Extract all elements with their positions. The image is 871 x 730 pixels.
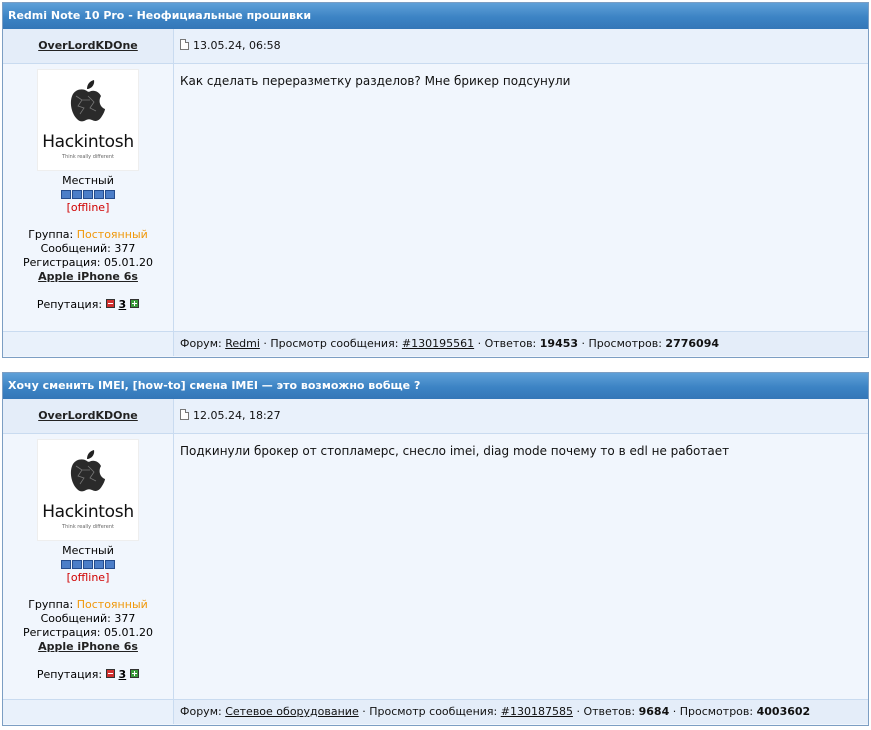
avatar-subtitle: Think really different	[62, 154, 114, 160]
rank-pip	[61, 190, 71, 199]
plus-icon[interactable]	[130, 669, 140, 678]
forum-label: Форум:	[180, 337, 222, 350]
post-header-row: OverLordKDOne 13.05.24, 06:58	[3, 29, 868, 64]
registration-label: Регистрация:	[23, 626, 101, 639]
user-rank: Местный	[62, 544, 114, 557]
user-info: Группа: Постоянный Сообщений: 377 Регист…	[3, 598, 173, 654]
message-id-link[interactable]: #130187585	[501, 705, 573, 718]
reputation-value[interactable]: 3	[119, 298, 127, 311]
rank-pips	[3, 189, 173, 199]
rank-pip	[61, 560, 71, 569]
reputation-label: Репутация:	[36, 668, 103, 681]
topic-header: Хочу сменить IMEI, [how-to] смена IMEI —…	[3, 373, 868, 399]
message-id-link[interactable]: #130195561	[402, 337, 474, 350]
author-cell: OverLordKDOne	[3, 399, 174, 433]
group-label: Группа:	[28, 228, 74, 241]
rank-pip	[83, 560, 93, 569]
footer-info: Форум: Redmi · Просмотр сообщения: #1301…	[180, 332, 868, 356]
forum-label: Форум:	[180, 705, 222, 718]
user-rank: Местный	[62, 174, 114, 187]
replies-count: 9684	[638, 705, 670, 718]
replies-label: · Ответов:	[477, 337, 537, 350]
posts-count-value: 377	[114, 612, 136, 625]
avatar-subtitle: Think really different	[62, 524, 114, 530]
post-date: 13.05.24, 06:58	[193, 39, 281, 52]
post-footer: Форум: Redmi · Просмотр сообщения: #1301…	[3, 331, 868, 356]
registration-value: 05.01.20	[103, 256, 153, 269]
post-message: Как сделать переразметку разделов? Мне б…	[180, 74, 571, 88]
author-cell: OverLordKDOne	[3, 29, 174, 63]
post-date-cell: 12.05.24, 18:27	[174, 399, 868, 433]
views-label: · Просмотров:	[581, 337, 662, 350]
user-profile: Hackintosh Think really different Местны…	[3, 434, 174, 699]
document-icon[interactable]	[180, 39, 189, 50]
plus-icon[interactable]	[130, 299, 140, 308]
status-badge: [offline]	[66, 571, 110, 584]
rank-pips	[3, 559, 173, 569]
post: Хочу сменить IMEI, [how-to] смена IMEI —…	[2, 372, 869, 726]
avatar-title: Hackintosh	[42, 132, 134, 152]
footer-info: Форум: Сетевое оборудование · Просмотр с…	[180, 700, 868, 724]
replies-label: · Ответов:	[576, 705, 636, 718]
rank-pip	[94, 190, 104, 199]
reputation-label: Репутация:	[36, 298, 103, 311]
forum-link[interactable]: Redmi	[225, 337, 260, 350]
device-link[interactable]: Apple iPhone 6s	[38, 270, 138, 283]
views-count: 4003602	[756, 705, 811, 718]
posts-count-label: Сообщений:	[40, 242, 111, 255]
group-value: Постоянный	[76, 228, 148, 241]
footer-left-cell	[3, 332, 174, 356]
view-label: · Просмотр сообщения:	[263, 337, 399, 350]
rank-pip	[72, 190, 82, 199]
posts-count-value: 377	[114, 242, 136, 255]
rank-pip	[105, 190, 115, 199]
forum-link[interactable]: Сетевое оборудование	[225, 705, 359, 718]
replies-count: 19453	[539, 337, 579, 350]
view-label: · Просмотр сообщения:	[362, 705, 498, 718]
avatar-title: Hackintosh	[42, 502, 134, 522]
author-link[interactable]: OverLordKDOne	[38, 409, 138, 422]
status-badge: [offline]	[66, 201, 110, 214]
reputation-value[interactable]: 3	[119, 668, 127, 681]
author-link[interactable]: OverLordKDOne	[38, 39, 138, 52]
post-header-row: OverLordKDOne 12.05.24, 18:27	[3, 399, 868, 434]
user-info: Группа: Постоянный Сообщений: 377 Регист…	[3, 228, 173, 284]
post-date-cell: 13.05.24, 06:58	[174, 29, 868, 63]
views-label: · Просмотров:	[672, 705, 754, 718]
registration-label: Регистрация:	[23, 256, 101, 269]
apple-logo-icon	[70, 450, 105, 492]
registration-value: 05.01.20	[103, 626, 153, 639]
device-link[interactable]: Apple iPhone 6s	[38, 640, 138, 653]
document-icon[interactable]	[180, 409, 189, 420]
topic-header: Redmi Note 10 Pro - Неофициальные прошив…	[3, 3, 868, 29]
reputation: Репутация: 3	[3, 298, 173, 311]
group-value: Постоянный	[76, 598, 148, 611]
user-profile: Hackintosh Think really different Местны…	[3, 64, 174, 331]
footer-left-cell	[3, 700, 174, 724]
post-footer: Форум: Сетевое оборудование · Просмотр с…	[3, 699, 868, 724]
apple-logo-icon	[70, 80, 105, 122]
rank-pip	[94, 560, 104, 569]
avatar[interactable]: Hackintosh Think really different	[37, 439, 139, 541]
views-count: 2776094	[665, 337, 719, 350]
minus-icon[interactable]	[105, 299, 115, 308]
topic-link[interactable]: Хочу сменить IMEI, [how-to] смена IMEI —…	[8, 379, 420, 392]
minus-icon[interactable]	[105, 669, 115, 678]
rank-pip	[105, 560, 115, 569]
post: Redmi Note 10 Pro - Неофициальные прошив…	[2, 2, 869, 358]
post-date: 12.05.24, 18:27	[193, 409, 281, 422]
topic-link[interactable]: Redmi Note 10 Pro - Неофициальные прошив…	[8, 9, 311, 22]
group-label: Группа:	[28, 598, 74, 611]
reputation: Репутация: 3	[3, 668, 173, 681]
posts-count-label: Сообщений:	[40, 612, 111, 625]
rank-pip	[83, 190, 93, 199]
post-message: Подкинули брокер от стопламерс, снесло i…	[180, 444, 730, 458]
rank-pip	[72, 560, 82, 569]
avatar[interactable]: Hackintosh Think really different	[37, 69, 139, 171]
